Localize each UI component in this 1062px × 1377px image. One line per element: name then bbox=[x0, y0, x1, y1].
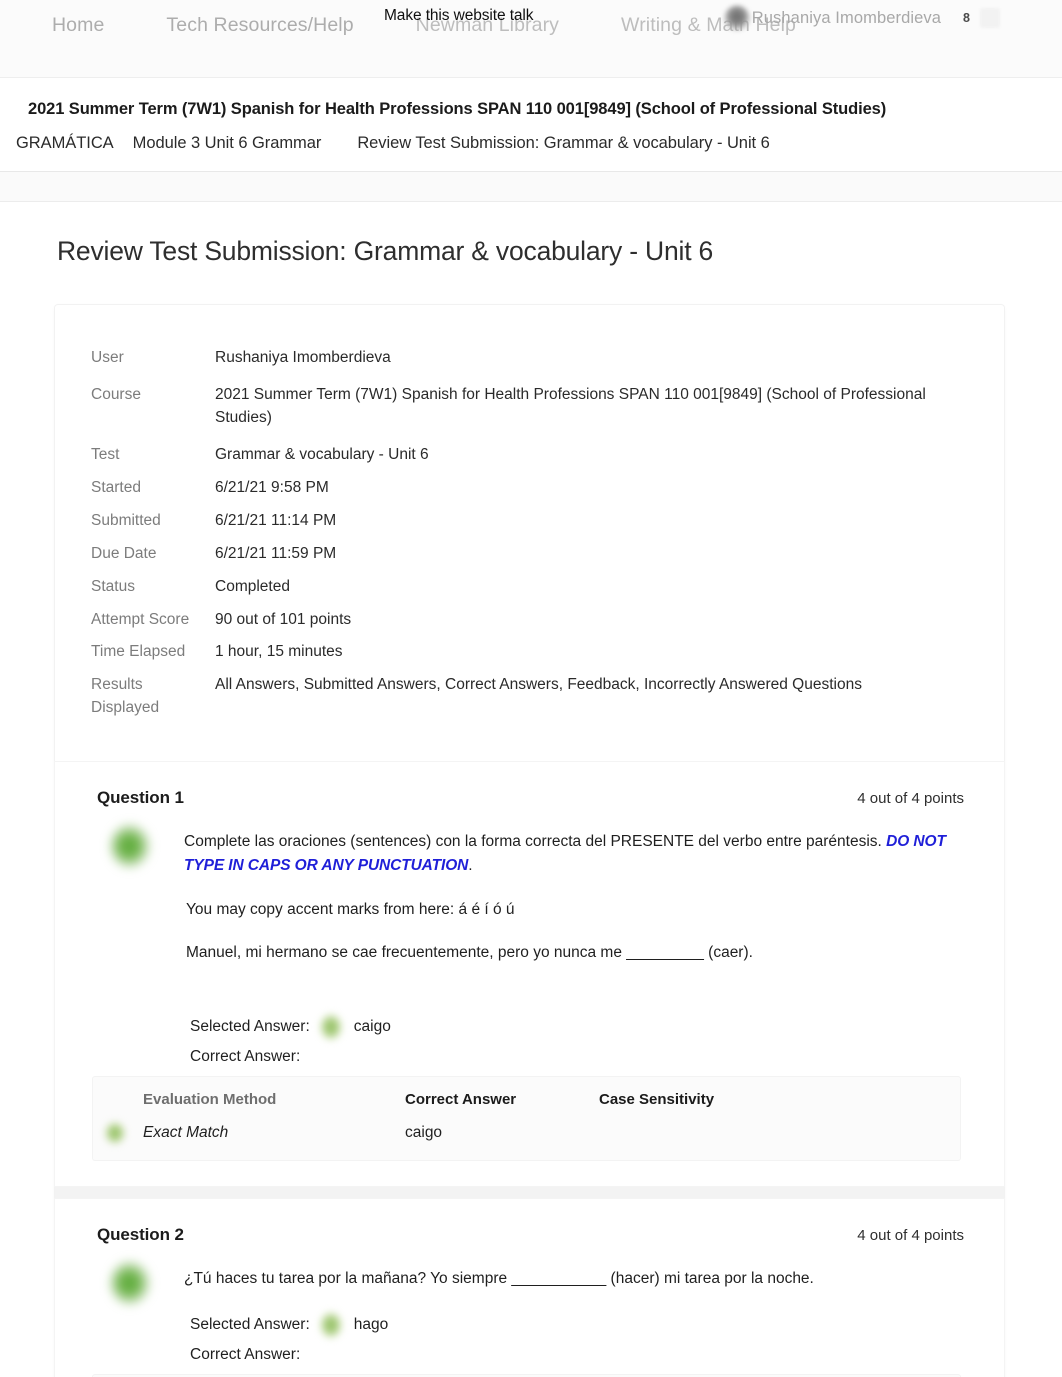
info-value-due-date: 6/21/21 11:59 PM bbox=[215, 544, 337, 562]
info-value-time-elapsed: 1 hour, 15 minutes bbox=[215, 643, 343, 661]
correct-answer-icon bbox=[319, 1312, 342, 1339]
selected-answer-row-2: Selected Answer: hago bbox=[190, 1310, 1004, 1340]
selected-answer-icon-slot bbox=[310, 1312, 354, 1339]
question-points-2: 4 out of 4 points bbox=[857, 1227, 964, 1245]
info-label-submitted: Submitted bbox=[91, 511, 161, 529]
evaluation-table-wrap-1: Evaluation Method Correct Answer Case Se… bbox=[93, 1077, 960, 1161]
eval-cell-method-1: Exact Match bbox=[93, 1118, 405, 1150]
course-header: 2021 Summer Term (7W1) Spanish for Healt… bbox=[0, 78, 1062, 202]
avatar bbox=[723, 5, 750, 31]
correct-answer-icon bbox=[110, 824, 150, 869]
info-value-user: Rushaniya Imomberdieva bbox=[215, 349, 391, 366]
info-row-results-displayed: Results Displayed All Answers, Submitted… bbox=[91, 674, 980, 734]
question-body-2: ¿Tú haces tu tarea por la mañana? Yo sie… bbox=[55, 1245, 1004, 1310]
question-instruction-1: Complete las oraciones (sentences) con l… bbox=[184, 830, 970, 878]
info-row-time-elapsed: Time Elapsed 1 hour, 15 minutes bbox=[91, 641, 980, 674]
page-title: Review Test Submission: Grammar & vocabu… bbox=[57, 236, 714, 266]
breadcrumb: GRAMÁTICA Module 3 Unit 6 Grammar Review… bbox=[0, 119, 1062, 171]
info-value-test: Grammar & vocabulary - Unit 6 bbox=[215, 445, 429, 463]
correct-answer-label-2: Correct Answer: bbox=[190, 1346, 301, 1364]
evaluation-table-1: Evaluation Method Correct Answer Case Se… bbox=[93, 1085, 960, 1150]
question-title-2: Question 2 bbox=[97, 1225, 184, 1245]
instruction-text-pre: Complete las oraciones (sentences) con l… bbox=[184, 833, 887, 851]
user-name-label[interactable]: Rushaniya Imomberdieva bbox=[752, 9, 941, 28]
info-value-attempt-score: 90 out of 101 points bbox=[215, 610, 352, 628]
nav-item-home[interactable]: Home bbox=[52, 14, 104, 37]
info-value-started: 6/21/21 9:58 PM bbox=[215, 478, 329, 496]
eval-header-answer-1: Correct Answer bbox=[405, 1091, 517, 1109]
course-title: 2021 Summer Term (7W1) Spanish for Healt… bbox=[28, 100, 887, 118]
info-label-due-date: Due Date bbox=[91, 544, 157, 562]
question-points-1: 4 out of 4 points bbox=[857, 790, 964, 808]
selected-answer-label-1: Selected Answer: bbox=[190, 1018, 310, 1036]
table-row: Exact Match caigo bbox=[93, 1118, 960, 1150]
info-label-time-elapsed: Time Elapsed bbox=[91, 643, 186, 661]
info-row-test: Test Grammar & vocabulary - Unit 6 bbox=[91, 444, 980, 477]
selected-answer-row-1: Selected Answer: caigo bbox=[190, 1012, 1004, 1042]
question-prompt-1: Manuel, mi hermano se cae frecuentemente… bbox=[186, 944, 753, 962]
info-row-attempt-score: Attempt Score 90 out of 101 points bbox=[91, 609, 980, 642]
eval-method-label-1: Exact Match bbox=[143, 1124, 229, 1142]
info-value-results-displayed: All Answers, Submitted Answers, Correct … bbox=[215, 676, 862, 694]
evaluation-header-row-1: Evaluation Method Correct Answer Case Se… bbox=[93, 1085, 960, 1118]
info-label-attempt-score: Attempt Score bbox=[91, 610, 190, 628]
info-label-started: Started bbox=[91, 478, 141, 496]
correct-answer-icon bbox=[110, 1261, 150, 1306]
info-row-user: User Rushaniya Imomberdieva bbox=[91, 347, 980, 384]
selected-answer-label-2: Selected Answer: bbox=[190, 1316, 310, 1334]
eval-cell-case-1 bbox=[599, 1118, 960, 1150]
breadcrumb-item-module-3-unit-6-grammar[interactable]: Module 3 Unit 6 Grammar bbox=[133, 134, 322, 153]
correct-answer-icon bbox=[319, 1014, 342, 1041]
top-navigation-bar: Home Tech Resources/Help Newman Library … bbox=[0, 0, 1062, 78]
answers-block-2: Selected Answer: hago Correct Answer: bbox=[55, 1310, 1004, 1370]
correct-answer-icon bbox=[105, 1122, 125, 1145]
attempt-info-card: User Rushaniya Imomberdieva Course 2021 … bbox=[55, 305, 1004, 763]
breadcrumb-item-review-test-submission: Review Test Submission: Grammar & vocabu… bbox=[357, 134, 770, 152]
page-body: Review Test Submission: Grammar & vocabu… bbox=[0, 202, 1062, 1377]
accent-marks-line-1: You may copy accent marks from here: á é… bbox=[186, 901, 515, 919]
question-header-2: Question 2 4 out of 4 points bbox=[55, 1199, 1004, 1245]
answers-block-1: Selected Answer: caigo Correct Answer: bbox=[55, 1012, 1004, 1072]
question-card-divider bbox=[55, 1186, 1004, 1200]
eval-header-case-1: Case Sensitivity bbox=[599, 1091, 715, 1109]
info-row-course: Course 2021 Summer Term (7W1) Spanish fo… bbox=[91, 384, 980, 444]
question-body-1: Complete las oraciones (sentences) con l… bbox=[55, 808, 1004, 1012]
info-label-test: Test bbox=[91, 445, 120, 463]
selected-answer-icon-slot bbox=[310, 1014, 354, 1041]
question-title-1: Question 1 bbox=[97, 788, 184, 808]
info-label-course: Course bbox=[91, 385, 141, 403]
correct-answer-row-2: Correct Answer: bbox=[190, 1340, 1004, 1370]
test-submission-container: User Rushaniya Imomberdieva Course 2021 … bbox=[55, 305, 1004, 1377]
info-row-started: Started 6/21/21 9:58 PM bbox=[91, 477, 980, 510]
correct-answer-row-1: Correct Answer: bbox=[190, 1042, 1004, 1072]
selected-answer-value-1: caigo bbox=[353, 1018, 391, 1036]
correct-answer-label-1: Correct Answer: bbox=[190, 1048, 301, 1066]
instruction-text-post: . bbox=[468, 857, 473, 875]
question-card-2: Question 2 4 out of 4 points ¿Tú haces t… bbox=[55, 1199, 1004, 1377]
attempt-info-table: User Rushaniya Imomberdieva Course 2021 … bbox=[91, 347, 980, 734]
breadcrumb-item-gramatica[interactable]: GRAMÁTICA bbox=[16, 134, 114, 153]
info-label-user: User bbox=[91, 349, 124, 366]
make-website-talk-button[interactable]: Make this website talk bbox=[384, 7, 534, 25]
question-card-1: Question 1 4 out of 4 points Complete la… bbox=[55, 762, 1004, 1187]
info-row-due-date: Due Date 6/21/21 11:59 PM bbox=[91, 543, 980, 576]
nav-item-tech-resources-help[interactable]: Tech Resources/Help bbox=[166, 14, 353, 37]
question-prompt-2: ¿Tú haces tu tarea por la mañana? Yo sie… bbox=[184, 1270, 814, 1288]
info-label-status: Status bbox=[91, 577, 135, 595]
user-account-area[interactable]: Rushaniya Imomberdieva 8 bbox=[723, 5, 1000, 31]
info-value-submitted: 6/21/21 11:14 PM bbox=[215, 511, 337, 529]
selected-answer-value-2: hago bbox=[353, 1316, 389, 1334]
info-row-status: Status Completed bbox=[91, 576, 980, 609]
eval-header-method-1: Evaluation Method bbox=[143, 1091, 277, 1109]
info-label-results-displayed: Results Displayed bbox=[91, 676, 160, 717]
question-header-1: Question 1 4 out of 4 points bbox=[55, 762, 1004, 808]
info-value-course: 2021 Summer Term (7W1) Spanish for Healt… bbox=[215, 385, 926, 426]
menu-icon[interactable] bbox=[980, 8, 1000, 28]
notification-badge[interactable]: 8 bbox=[963, 11, 970, 25]
info-row-submitted: Submitted 6/21/21 11:14 PM bbox=[91, 510, 980, 543]
header-strip bbox=[0, 172, 1062, 202]
eval-cell-answer-1: caigo bbox=[405, 1124, 443, 1142]
info-value-status: Completed bbox=[215, 577, 290, 595]
